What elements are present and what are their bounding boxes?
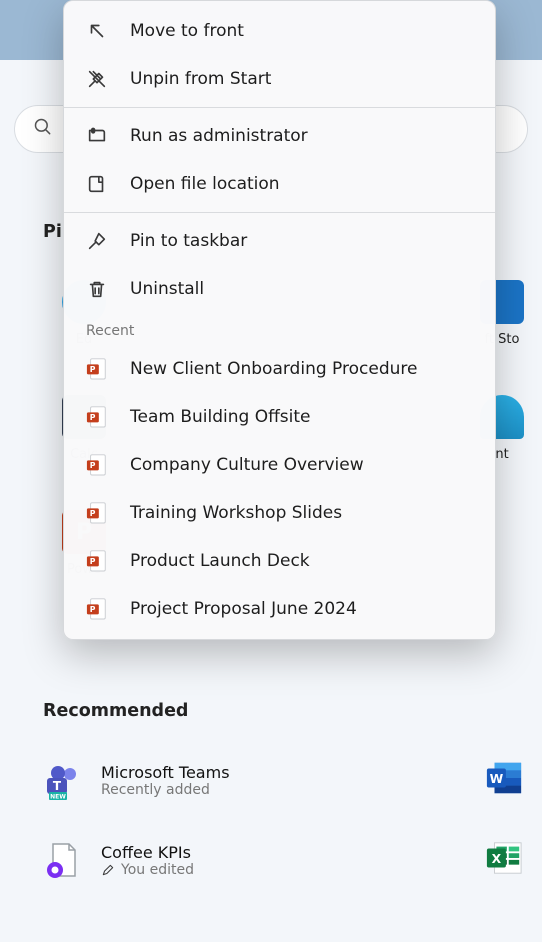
ctx-item-label: Uninstall <box>130 279 204 299</box>
recommended-list: TNEW Microsoft Teams Recently added W Co… <box>43 760 523 880</box>
recent-file-label: Project Proposal June 2024 <box>130 599 357 619</box>
recent-file-item[interactable]: P Product Launch Deck <box>64 537 495 585</box>
document-icon <box>43 840 83 880</box>
pinned-section-heading: Pi <box>43 222 62 242</box>
powerpoint-file-icon: P <box>86 357 108 381</box>
recent-file-label: Product Launch Deck <box>130 551 310 571</box>
svg-text:P: P <box>90 365 96 374</box>
powerpoint-file-icon: P <box>86 501 108 525</box>
recent-file-item[interactable]: P Company Culture Overview <box>64 441 495 489</box>
ctx-item-label: Unpin from Start <box>130 69 271 89</box>
recent-file-label: Company Culture Overview <box>130 455 364 475</box>
pencil-icon <box>101 863 115 877</box>
powerpoint-file-icon: P <box>86 597 108 621</box>
recent-file-item[interactable]: P Team Building Offsite <box>64 393 495 441</box>
svg-text:P: P <box>90 413 96 422</box>
svg-text:X: X <box>492 852 502 866</box>
search-icon <box>33 117 53 141</box>
recommended-item-subtitle: You edited <box>101 862 194 878</box>
recent-file-label: Team Building Offsite <box>130 407 311 427</box>
ctx-uninstall[interactable]: Uninstall <box>64 265 495 313</box>
ctx-item-label: Open file location <box>130 174 280 194</box>
svg-text:P: P <box>90 461 96 470</box>
ctx-item-label: Run as administrator <box>130 126 308 146</box>
trash-icon <box>86 278 108 300</box>
recent-file-item[interactable]: P New Client Onboarding Procedure <box>64 345 495 393</box>
recommended-section-heading: Recommended <box>43 701 188 721</box>
svg-text:P: P <box>90 605 96 614</box>
context-menu-recent-heading: Recent <box>64 313 495 345</box>
svg-text:W: W <box>490 772 504 786</box>
shield-icon <box>86 125 108 147</box>
excel-icon[interactable]: X <box>485 839 523 881</box>
pinned-app-label: nt <box>495 447 508 462</box>
recommended-item-coffee-kpis[interactable]: Coffee KPIs You edited <box>43 840 194 880</box>
pin-icon <box>86 230 108 252</box>
teams-icon: TNEW <box>43 760 83 800</box>
word-icon[interactable]: W <box>485 759 523 801</box>
recommended-item-name: Coffee KPIs <box>101 843 194 862</box>
context-menu-separator <box>64 107 495 108</box>
app-context-menu: Move to front Unpin from Start Run as ad… <box>63 0 496 640</box>
recent-file-item[interactable]: P Project Proposal June 2024 <box>64 585 495 633</box>
folder-open-icon <box>86 173 108 195</box>
recent-file-label: New Client Onboarding Procedure <box>130 359 417 379</box>
ctx-unpin-from-start[interactable]: Unpin from Start <box>64 55 495 103</box>
ctx-move-to-front[interactable]: Move to front <box>64 7 495 55</box>
recommended-item-subtitle: Recently added <box>101 782 230 798</box>
ctx-open-file-location[interactable]: Open file location <box>64 160 495 208</box>
recent-file-label: Training Workshop Slides <box>130 503 342 523</box>
svg-text:NEW: NEW <box>50 794 66 801</box>
arrow-top-left-icon <box>86 20 108 42</box>
context-menu-separator <box>64 212 495 213</box>
svg-text:T: T <box>53 779 62 793</box>
powerpoint-file-icon: P <box>86 405 108 429</box>
recommended-item-teams[interactable]: TNEW Microsoft Teams Recently added <box>43 760 230 800</box>
ctx-item-label: Move to front <box>130 21 244 41</box>
svg-text:P: P <box>90 509 96 518</box>
recent-file-item[interactable]: P Training Workshop Slides <box>64 489 495 537</box>
ctx-item-label: Pin to taskbar <box>130 231 247 251</box>
powerpoint-file-icon: P <box>86 453 108 477</box>
ctx-pin-to-taskbar[interactable]: Pin to taskbar <box>64 217 495 265</box>
ctx-run-as-admin[interactable]: Run as administrator <box>64 112 495 160</box>
svg-text:P: P <box>90 557 96 566</box>
recommended-item-name: Microsoft Teams <box>101 763 230 782</box>
powerpoint-file-icon: P <box>86 549 108 573</box>
unpin-icon <box>86 68 108 90</box>
